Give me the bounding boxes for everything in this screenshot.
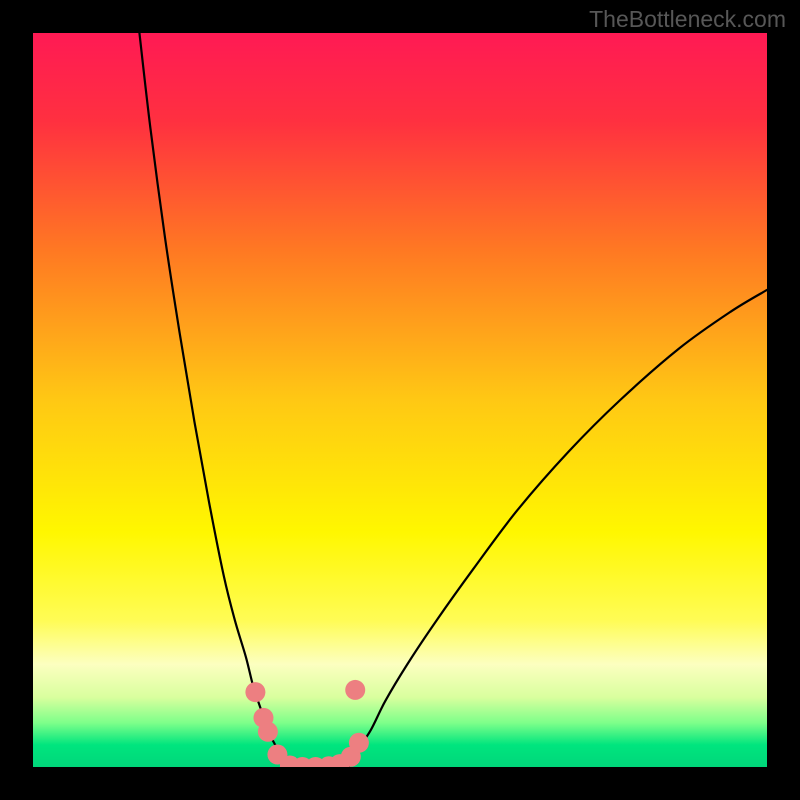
data-marker (349, 733, 369, 753)
plot-svg (33, 33, 767, 767)
watermark-text: TheBottleneck.com (589, 6, 786, 33)
chart-frame: TheBottleneck.com (0, 0, 800, 800)
gradient-background (33, 33, 767, 767)
data-marker (345, 680, 365, 700)
data-marker (245, 682, 265, 702)
data-marker (258, 722, 278, 742)
plot-area (33, 33, 767, 767)
